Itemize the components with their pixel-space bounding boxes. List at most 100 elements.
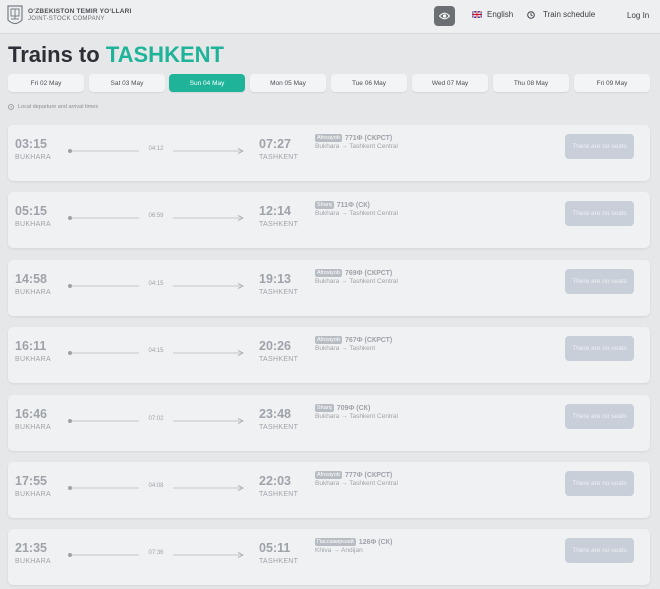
- brand-subtitle: JOINT-STOCK COMPANY: [28, 16, 105, 22]
- train-route: Bukhara → Tashkent Central: [315, 278, 398, 285]
- arrival-city: TASHKENT: [259, 289, 299, 296]
- language-label: English: [487, 10, 514, 19]
- train-header: Afrosiyob 771Ф (СКРСТ): [315, 134, 392, 142]
- train-card[interactable]: 14:58 BUKHARA 04:15 19:13 TASHKENT Afros…: [8, 260, 650, 316]
- date-tab[interactable]: Sat 03 May: [89, 74, 165, 92]
- train-type-badge: Afrosiyob: [315, 134, 342, 142]
- arrival-city: TASHKENT: [259, 424, 299, 431]
- train-number: 709Ф (СК): [336, 404, 371, 412]
- no-seats-button[interactable]: There are no seats: [565, 134, 634, 159]
- no-seats-button[interactable]: There are no seats: [565, 336, 634, 361]
- departure-city: BUKHARA: [15, 558, 51, 565]
- train-route: Bukhara → Tashkent Central: [315, 480, 398, 487]
- uk-flag-icon: [472, 11, 482, 18]
- title-city: TASHKENT: [105, 42, 224, 67]
- departure-city: BUKHARA: [15, 154, 51, 161]
- train-type-badge: Sharq: [315, 201, 334, 209]
- departure-time: 21:35: [15, 541, 47, 555]
- train-number: 767Ф (СКРСТ): [344, 336, 393, 344]
- no-seats-button[interactable]: There are no seats: [565, 471, 634, 496]
- date-tab[interactable]: Mon 05 May: [250, 74, 326, 92]
- no-seats-button[interactable]: There are no seats: [565, 404, 634, 429]
- login-link[interactable]: Log In: [627, 11, 649, 20]
- train-card[interactable]: 03:15 BUKHARA 04:12 07:27 TASHKENT Afros…: [8, 125, 650, 181]
- schedule-label: Train schedule: [543, 10, 596, 19]
- trip-duration: 04:08: [139, 483, 173, 489]
- date-tab[interactable]: Fri 02 May: [8, 74, 84, 92]
- trip-duration: 06:59: [139, 213, 173, 219]
- clock-icon: [8, 104, 14, 110]
- note-text: Local departure and arrival times: [18, 104, 99, 110]
- train-card[interactable]: 17:55 BUKHARA 04:08 22:03 TASHKENT Afros…: [8, 462, 650, 518]
- trip-duration: 04:15: [139, 281, 173, 287]
- date-tab[interactable]: Thu 08 May: [493, 74, 569, 92]
- train-route: Khiva → Andijan: [315, 547, 363, 554]
- arrival-city: TASHKENT: [259, 558, 299, 565]
- train-route: Bukhara → Tashkent Central: [315, 413, 398, 420]
- time-note: Local departure and arrival times: [8, 104, 98, 110]
- arrival-city: TASHKENT: [259, 491, 299, 498]
- title-prefix: Trains to: [8, 42, 100, 67]
- accessibility-button[interactable]: [434, 6, 455, 26]
- departure-city: BUKHARA: [15, 491, 51, 498]
- departure-time: 03:15: [15, 137, 47, 151]
- train-header: Afrosiyob 769Ф (СКРСТ): [315, 269, 392, 277]
- train-type-badge: Afrosiyob: [315, 336, 342, 344]
- train-type-badge: Sharq: [315, 404, 334, 412]
- train-schedule-link[interactable]: Train schedule: [527, 10, 595, 19]
- train-number: 769Ф (СКРСТ): [344, 269, 393, 277]
- railway-emblem-icon[interactable]: [6, 4, 24, 28]
- train-number: 771Ф (СКРСТ): [344, 134, 393, 142]
- departure-time: 16:11: [15, 339, 47, 353]
- arrival-time: 22:03: [259, 474, 291, 488]
- train-header: Sharq 709Ф (СК): [315, 404, 370, 412]
- page-title: Trains to TASHKENT: [8, 42, 224, 68]
- train-card[interactable]: 16:46 BUKHARA 07:02 23:48 TASHKENT Sharq…: [8, 395, 650, 451]
- eye-icon: [439, 12, 450, 20]
- arrival-time: 05:11: [259, 541, 291, 555]
- departure-time: 14:58: [15, 272, 47, 286]
- departure-time: 16:46: [15, 407, 47, 421]
- train-type-badge: Пассажирский: [315, 538, 356, 546]
- departure-time: 17:55: [15, 474, 47, 488]
- arrival-time: 07:27: [259, 137, 291, 151]
- date-tab[interactable]: Fri 09 May: [574, 74, 650, 92]
- no-seats-button[interactable]: There are no seats: [565, 269, 634, 294]
- train-header: Sharq 711Ф (СК): [315, 201, 370, 209]
- train-card[interactable]: 16:11 BUKHARA 04:15 20:26 TASHKENT Afros…: [8, 327, 650, 383]
- arrival-time: 19:13: [259, 272, 291, 286]
- train-header: Пассажирский 126Ф (СК): [315, 538, 392, 546]
- departure-city: BUKHARA: [15, 289, 51, 296]
- departure-city: BUKHARA: [15, 356, 51, 363]
- clock-icon: [527, 10, 535, 19]
- train-type-badge: Afrosiyob: [315, 269, 342, 277]
- arrival-time: 23:48: [259, 407, 291, 421]
- date-tabs: Fri 02 May Sat 03 May Sun 04 May Mon 05 …: [8, 74, 650, 92]
- train-number: 711Ф (СК): [336, 201, 370, 209]
- arrival-city: TASHKENT: [259, 154, 299, 161]
- date-tab-active[interactable]: Sun 04 May: [169, 74, 245, 92]
- date-tab[interactable]: Wed 07 May: [412, 74, 488, 92]
- arrival-city: TASHKENT: [259, 221, 299, 228]
- no-seats-button[interactable]: There are no seats: [565, 538, 634, 563]
- top-header: O‘ZBEKISTON TEMIR YO‘LLARI JOINT-STOCK C…: [0, 0, 660, 34]
- arrival-city: TASHKENT: [259, 356, 299, 363]
- train-card[interactable]: 21:35 BUKHARA 07:36 05:11 TASHKENT Пасса…: [8, 529, 650, 585]
- arrival-time: 12:14: [259, 204, 291, 218]
- departure-city: BUKHARA: [15, 424, 51, 431]
- train-number: 126Ф (СК): [358, 538, 393, 546]
- train-card[interactable]: 05:15 BUKHARA 06:59 12:14 TASHKENT Sharq…: [8, 192, 650, 248]
- train-header: Afrosiyob 767Ф (СКРСТ): [315, 336, 392, 344]
- train-route: Bukhara → Tashkent Central: [315, 143, 398, 150]
- train-route: Bukhara → Tashkent: [315, 345, 376, 352]
- language-selector[interactable]: English: [472, 10, 513, 19]
- trip-duration: 07:02: [139, 416, 173, 422]
- departure-time: 05:15: [15, 204, 47, 218]
- departure-city: BUKHARA: [15, 221, 51, 228]
- trip-duration: 07:36: [139, 550, 173, 556]
- brand-title: O‘ZBEKISTON TEMIR YO‘LLARI: [28, 8, 132, 15]
- date-tab[interactable]: Tue 06 May: [331, 74, 407, 92]
- no-seats-button[interactable]: There are no seats: [565, 201, 634, 226]
- train-type-badge: Afrosiyob: [315, 471, 342, 479]
- train-header: Afrosiyob 777Ф (СКРСТ): [315, 471, 392, 479]
